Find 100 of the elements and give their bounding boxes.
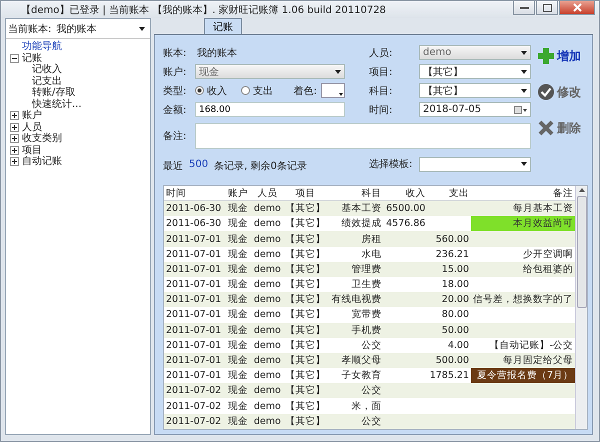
column-header[interactable]: 人员 xyxy=(251,186,284,200)
add-button[interactable]: 增加 xyxy=(537,47,581,65)
table-cell: 卫生费 xyxy=(328,276,384,292)
table-cell: demo xyxy=(251,338,284,353)
close-button[interactable] xyxy=(559,1,595,15)
table-cell: 公交 xyxy=(328,414,384,429)
tree-item[interactable]: 快速统计... xyxy=(32,98,82,110)
table-cell: 【其它】 xyxy=(283,200,328,216)
maximize-button[interactable] xyxy=(536,1,558,15)
table-cell: 2011-07-01 xyxy=(164,322,224,338)
table-cell: 【其它】 xyxy=(283,398,328,414)
column-header[interactable]: 项目 xyxy=(283,186,328,200)
caret-icon xyxy=(335,70,341,74)
table-cell: 米，面 xyxy=(328,398,384,414)
table-cell: 现金 xyxy=(224,307,252,323)
tree-item[interactable]: 功能导航 xyxy=(22,41,62,52)
caret-icon xyxy=(521,70,527,74)
table-cell: 公交 xyxy=(328,383,384,398)
close-icon xyxy=(572,3,582,12)
expand-icon[interactable] xyxy=(10,157,19,166)
table-cell: demo xyxy=(251,246,284,262)
scroll-up-icon[interactable] xyxy=(576,186,586,194)
tree-item[interactable]: 项目 xyxy=(22,144,42,156)
column-header[interactable]: 科目 xyxy=(328,186,384,200)
note-field[interactable] xyxy=(195,123,531,149)
table-cell: 2011-07-01 xyxy=(164,246,224,262)
tree-item[interactable]: 转账/存取 xyxy=(32,87,76,98)
table-cell: 1785.21 xyxy=(427,368,471,384)
table-cell: 现金 xyxy=(224,276,252,292)
table-cell: 236.21 xyxy=(427,246,471,262)
field-label: 着色: xyxy=(294,84,317,98)
table-cell: 现金 xyxy=(224,352,252,368)
table-cell: 房租 xyxy=(328,231,384,247)
table-cell: 【其它】 xyxy=(283,246,328,262)
column-header[interactable]: 时间 xyxy=(164,186,224,200)
project-dropdown[interactable]: 【其它】 xyxy=(419,64,531,79)
column-header[interactable]: 收入 xyxy=(383,186,428,200)
expand-icon[interactable] xyxy=(10,111,19,120)
table-cell: 2011-07-01 xyxy=(164,292,224,308)
table-cell: demo xyxy=(251,398,284,414)
tree-item[interactable]: 自动记账 xyxy=(22,156,62,168)
table-cell: 【其它】 xyxy=(283,414,328,429)
table-cell: 【其它】 xyxy=(283,338,328,353)
record-count-link[interactable]: 500 xyxy=(189,159,208,173)
tree-item[interactable]: 记支出 xyxy=(32,76,62,87)
table-cell: 【其它】 xyxy=(283,383,328,398)
check-icon xyxy=(537,83,555,101)
table-cell: 6500.00 xyxy=(383,200,428,216)
table-cell: 子女教育 xyxy=(328,368,384,384)
table-cell: 2011-07-01 xyxy=(164,338,224,353)
subject-dropdown[interactable]: 【其它】 xyxy=(419,83,531,98)
maximize-icon xyxy=(542,4,552,12)
caret-icon xyxy=(521,162,527,166)
minimize-button[interactable] xyxy=(513,1,535,15)
table-cell: demo xyxy=(251,307,284,323)
column-header[interactable]: 账户 xyxy=(224,186,252,200)
field-label: 类型: xyxy=(163,84,188,98)
table-cell: 【其它】 xyxy=(283,262,328,277)
date-picker[interactable]: 2018-07-05 xyxy=(419,102,531,117)
caret-icon xyxy=(339,93,343,96)
field-label: 科目: xyxy=(369,84,394,98)
tree-item[interactable]: 收支类别 xyxy=(22,133,62,144)
plus-icon xyxy=(537,47,555,65)
column-header[interactable]: 备注 xyxy=(471,186,575,200)
tree-item[interactable]: 记账 xyxy=(22,52,42,64)
table-cell: 现金 xyxy=(224,414,252,429)
tree-item[interactable]: 记收入 xyxy=(32,64,62,76)
tree-item[interactable]: 账户 xyxy=(22,110,42,122)
type-radio[interactable]: 收入 xyxy=(195,84,227,98)
field-label: 账本: xyxy=(163,46,188,60)
expand-icon[interactable] xyxy=(10,146,19,155)
edit-button[interactable]: 修改 xyxy=(537,83,581,101)
delete-button[interactable]: 删除 xyxy=(537,119,581,137)
amount-field[interactable]: 168.00 xyxy=(195,102,345,117)
table-cell: 本月效益尚可 xyxy=(471,216,575,232)
caret-icon xyxy=(521,88,527,92)
account-dropdown[interactable]: 现金 xyxy=(195,64,345,79)
table-cell: 现金 xyxy=(224,231,252,247)
table-cell: 560.00 xyxy=(427,231,471,247)
collapse-icon[interactable] xyxy=(10,54,19,63)
table-cell: 500.00 xyxy=(427,352,471,368)
table-cell: 现金 xyxy=(224,216,252,232)
expand-icon[interactable] xyxy=(10,122,19,132)
table-cell: 现金 xyxy=(224,398,252,414)
table-cell: 【自动记账】-公交 xyxy=(471,338,575,353)
field-label: 项目: xyxy=(369,66,394,78)
table-cell: 2011-07-01 xyxy=(164,307,224,323)
table-cell: 每月基本工资 xyxy=(471,200,575,216)
color-picker[interactable] xyxy=(321,83,345,98)
tab[interactable]: 记账 xyxy=(204,18,242,34)
type-radio[interactable]: 支出 xyxy=(241,84,273,98)
table-cell: 2011-07-02 xyxy=(164,398,224,414)
table-cell: 宽带费 xyxy=(328,307,384,323)
table-cell: 2011-07-02 xyxy=(164,414,224,429)
person-dropdown[interactable]: demo xyxy=(419,45,531,60)
expand-icon[interactable] xyxy=(10,134,19,144)
field-label: 账户: xyxy=(163,66,188,78)
column-header[interactable]: 支出 xyxy=(427,186,471,200)
tree-item[interactable]: 人员 xyxy=(22,122,42,133)
scrollbar[interactable] xyxy=(575,186,587,429)
